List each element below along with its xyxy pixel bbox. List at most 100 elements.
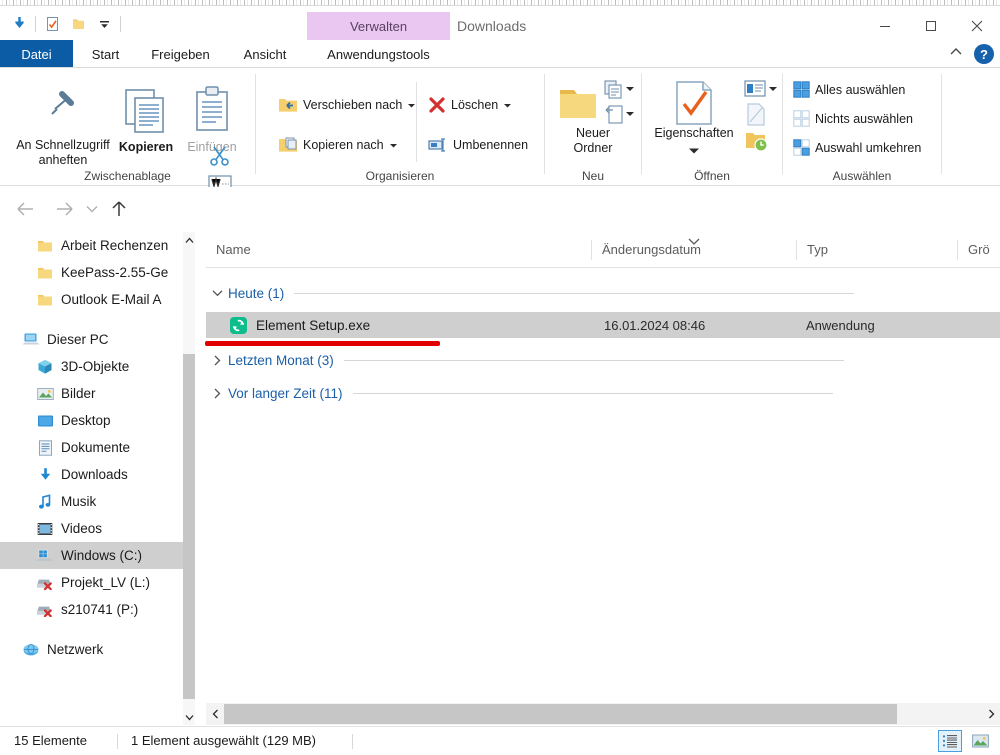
sidebar-item-videos[interactable]: Videos bbox=[0, 515, 183, 542]
sidebar-item-bilder[interactable]: Bilder bbox=[0, 380, 183, 407]
select-none-button[interactable]: Nichts auswählen bbox=[793, 110, 913, 127]
copy-button[interactable]: Kopieren bbox=[113, 140, 179, 155]
downloads-icon[interactable] bbox=[6, 12, 32, 36]
scroll-down-button[interactable] bbox=[183, 709, 195, 725]
large-icons-view-button[interactable] bbox=[968, 730, 992, 752]
sidebar-item-dieser-pc[interactable]: Dieser PC bbox=[0, 326, 183, 353]
file-name-cell: Element Setup.exe bbox=[206, 316, 370, 334]
sidebar-item-musik[interactable]: Musik bbox=[0, 488, 183, 515]
chevron-down-icon[interactable] bbox=[688, 146, 700, 156]
column-header-typ[interactable]: Typ bbox=[797, 232, 957, 267]
sidebar-item-label: Bilder bbox=[61, 386, 96, 401]
pin-to-quick-access-button[interactable]: An Schnellzugriff anheften bbox=[8, 138, 118, 168]
file-list-horizontal-scrollbar[interactable] bbox=[206, 703, 1000, 725]
invert-selection-label: Auswahl umkehren bbox=[815, 140, 922, 155]
scissors-icon[interactable] bbox=[208, 144, 232, 168]
open-icon[interactable] bbox=[743, 79, 767, 99]
sidebar-item-3d-objekte[interactable]: 3D-Objekte bbox=[0, 353, 183, 380]
scroll-left-button[interactable] bbox=[206, 703, 224, 725]
sidebar-item-label: Dieser PC bbox=[47, 332, 109, 347]
help-icon[interactable]: ? bbox=[974, 44, 994, 64]
sidebar-item-label: Projekt_LV (L:) bbox=[61, 575, 151, 590]
properties-icon[interactable] bbox=[39, 12, 65, 36]
status-selection-info: 1 Element ausgewählt (129 MB) bbox=[131, 733, 316, 748]
group-divider bbox=[294, 292, 855, 294]
new-folder-button[interactable]: Neuer Ordner bbox=[547, 126, 639, 156]
new-folder-icon[interactable] bbox=[557, 82, 599, 124]
column-header-groesse[interactable]: Grö bbox=[958, 232, 1000, 267]
delete-button[interactable]: Löschen bbox=[428, 96, 512, 114]
move-to-button[interactable]: Verschieben nach bbox=[278, 96, 416, 114]
scroll-up-button[interactable] bbox=[183, 232, 195, 248]
copy-to-button[interactable]: Kopieren nach bbox=[278, 136, 398, 154]
easy-access-icon[interactable] bbox=[603, 104, 625, 126]
invert-selection-button[interactable]: Auswahl umkehren bbox=[793, 139, 921, 156]
videos-icon bbox=[36, 522, 54, 536]
table-row[interactable]: Element Setup.exe 16.01.2024 08:46 Anwen… bbox=[206, 312, 1000, 338]
group-header-label: Heute (1) bbox=[228, 285, 285, 301]
sidebar-item-keepass[interactable]: KeePass-2.55-Ge bbox=[0, 259, 183, 286]
folder-icon bbox=[36, 293, 54, 307]
new-folder-icon[interactable] bbox=[65, 12, 91, 36]
sidebar-item-downloads[interactable]: Downloads bbox=[0, 461, 183, 488]
details-view-button[interactable] bbox=[938, 730, 962, 752]
sidebar-item-desktop[interactable]: Desktop bbox=[0, 407, 183, 434]
recent-locations-button[interactable] bbox=[82, 195, 102, 223]
navigation-pane-scrollbar[interactable] bbox=[183, 232, 195, 725]
collapse-ribbon-icon[interactable] bbox=[948, 45, 964, 63]
sidebar-item-outlook-email[interactable]: Outlook E-Mail A bbox=[0, 286, 183, 313]
sidebar-item-netzwerk[interactable]: Netzwerk bbox=[0, 636, 183, 663]
pictures-icon bbox=[36, 387, 54, 401]
copy-to-label: Kopieren nach bbox=[303, 138, 384, 152]
properties-icon[interactable] bbox=[673, 80, 715, 126]
ribbon-subseparator bbox=[416, 82, 417, 162]
rename-icon bbox=[428, 138, 445, 152]
hscrollbar-thumb[interactable] bbox=[224, 704, 897, 724]
chevron-right-icon[interactable] bbox=[206, 355, 228, 366]
chevron-down-icon[interactable] bbox=[768, 84, 778, 94]
forward-button[interactable] bbox=[50, 195, 78, 223]
sidebar-item-projekt-lv[interactable]: Projekt_LV (L:) bbox=[0, 569, 183, 596]
pane-splitter[interactable] bbox=[195, 232, 206, 725]
tab-freigeben[interactable]: Freigeben bbox=[138, 40, 223, 68]
group-header-letzten-monat[interactable]: Letzten Monat (3) bbox=[206, 347, 1000, 373]
back-button[interactable] bbox=[12, 195, 40, 223]
chevron-right-icon[interactable] bbox=[206, 388, 228, 399]
chevron-down-icon[interactable] bbox=[625, 109, 635, 119]
sidebar-item-s210741-p[interactable]: s210741 (P:) bbox=[0, 596, 183, 623]
rename-button[interactable]: Umbenennen bbox=[428, 136, 528, 154]
up-button[interactable] bbox=[105, 195, 133, 223]
properties-button[interactable]: Eigenschaften bbox=[646, 126, 742, 141]
ribbon: An Schnellzugriff anheften Kopieren Einf… bbox=[0, 68, 1000, 222]
select-all-label: Alles auswählen bbox=[815, 82, 906, 97]
quick-access-toolbar bbox=[6, 12, 124, 36]
tab-start[interactable]: Start bbox=[73, 40, 138, 68]
column-header-aenderungsdatum[interactable]: Änderungsdatum bbox=[592, 232, 796, 267]
scroll-right-button[interactable] bbox=[982, 703, 1000, 725]
history-icon[interactable] bbox=[745, 129, 767, 153]
group-header-heute[interactable]: Heute (1) bbox=[206, 280, 1000, 306]
group-divider bbox=[343, 359, 844, 361]
qat-separator bbox=[35, 16, 36, 32]
customize-dropdown-icon[interactable] bbox=[91, 12, 117, 36]
ribbon-group-caption-neu: Neu bbox=[581, 169, 604, 183]
select-all-button[interactable]: Alles auswählen bbox=[793, 81, 905, 98]
edit-icon[interactable] bbox=[745, 103, 767, 127]
column-header-name-label: Name bbox=[216, 242, 251, 257]
scrollbar-thumb[interactable] bbox=[183, 354, 195, 699]
chevron-down-icon[interactable] bbox=[625, 84, 635, 94]
sidebar-item-windows-c[interactable]: Windows (C:) bbox=[0, 542, 183, 569]
sidebar-item-dokumente[interactable]: Dokumente bbox=[0, 434, 183, 461]
new-item-icon[interactable] bbox=[603, 79, 625, 101]
sidebar-item-arbeit-rechenzen[interactable]: Arbeit Rechenzen bbox=[0, 232, 183, 259]
contextual-tab-header-verwalten[interactable]: Verwalten bbox=[307, 12, 450, 40]
status-item-count: 15 Elemente bbox=[14, 733, 87, 748]
tab-datei[interactable]: Datei bbox=[0, 40, 73, 68]
chevron-down-icon[interactable] bbox=[206, 289, 228, 297]
tab-ansicht[interactable]: Ansicht bbox=[223, 40, 307, 68]
tab-anwendungstools[interactable]: Anwendungstools bbox=[307, 40, 450, 68]
column-header-name[interactable]: Name bbox=[206, 232, 591, 267]
network-icon bbox=[22, 642, 40, 657]
group-header-vor-langer-zeit[interactable]: Vor langer Zeit (11) bbox=[206, 380, 1000, 406]
